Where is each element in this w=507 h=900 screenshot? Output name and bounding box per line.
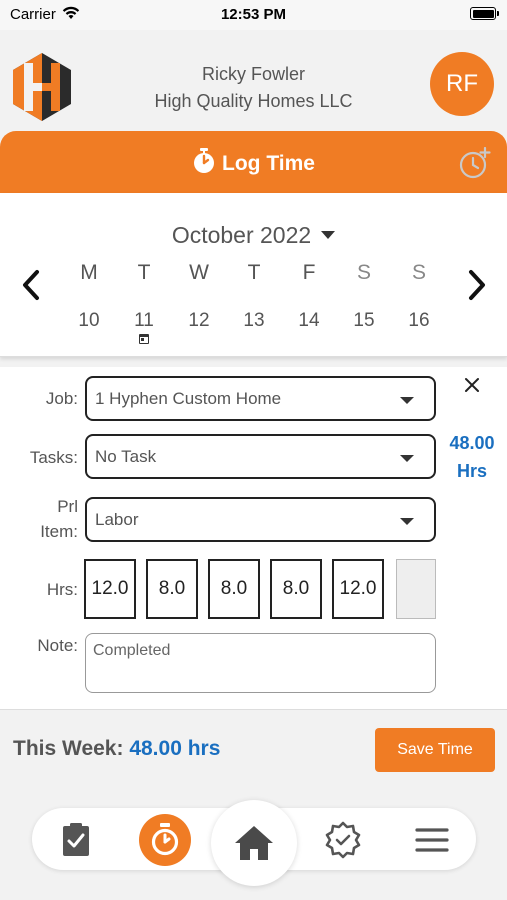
week-summary: This Week: 48.00 hrs Save Time xyxy=(0,709,507,789)
stopwatch-icon xyxy=(139,814,191,866)
day-number: 14 xyxy=(298,310,320,331)
week-total: This Week: 48.00 hrs xyxy=(13,737,220,761)
nav-home[interactable] xyxy=(211,800,297,886)
hours-input-mon[interactable]: 12.0 xyxy=(84,559,136,619)
log-time-title: Log Time xyxy=(0,148,507,180)
hours-input-wed[interactable]: 8.0 xyxy=(208,559,260,619)
chevron-down-icon xyxy=(400,455,414,462)
day-number: 15 xyxy=(353,310,375,331)
total-hours-unit: Hrs xyxy=(456,461,487,481)
calendar-today-icon xyxy=(139,334,149,344)
day-number: 10 xyxy=(78,310,100,331)
avatar[interactable]: RF xyxy=(430,52,494,116)
user-info: Ricky Fowler High Quality Homes LLC xyxy=(100,61,407,115)
badge-check-icon xyxy=(325,821,361,859)
tasks-label: Tasks: xyxy=(29,448,78,467)
day-name: S xyxy=(411,261,426,284)
close-icon[interactable] xyxy=(462,375,482,395)
hours-input-sat[interactable] xyxy=(396,559,436,619)
day-name: F xyxy=(302,261,316,284)
day-name: T xyxy=(137,261,151,284)
time-entry-form: Job: 1 Hyphen Custom Home Tasks: No Task… xyxy=(0,367,507,709)
clock-time: 12:53 PM xyxy=(220,6,287,23)
nav-approvals[interactable] xyxy=(321,818,365,862)
save-time-button[interactable]: Save Time xyxy=(375,728,495,772)
prl-label-line1: Prl xyxy=(57,497,78,516)
hours-input-fri[interactable]: 12.0 xyxy=(332,559,384,619)
prl-label-line2: Item: xyxy=(40,522,78,541)
job-select[interactable]: 1 Hyphen Custom Home xyxy=(85,376,436,421)
tasks-select[interactable]: No Task xyxy=(85,434,436,479)
chevron-down-icon xyxy=(321,231,336,239)
note-value: Completed xyxy=(93,642,171,659)
hrs-label: Hrs: xyxy=(46,580,78,599)
total-hours-value: 48.00 xyxy=(449,433,495,453)
day-number: 12 xyxy=(188,310,210,331)
next-week-button[interactable] xyxy=(466,269,488,306)
week-calendar: October 2022 M 10 T 11 W 12 T 13 F 14 S … xyxy=(0,193,507,357)
status-bar: Carrier 12:53 PM xyxy=(0,0,507,30)
menu-icon xyxy=(415,828,449,852)
tasks-value: No Task xyxy=(95,447,157,466)
app-header: Ricky Fowler High Quality Homes LLC RF xyxy=(0,30,507,140)
job-label: Job: xyxy=(45,389,78,408)
log-time-label: Log Time xyxy=(222,152,315,175)
nav-timesheet[interactable] xyxy=(54,818,98,862)
battery-icon xyxy=(470,7,499,20)
day-name: S xyxy=(356,261,371,284)
company-name: High Quality Homes LLC xyxy=(154,91,353,111)
day-name: T xyxy=(247,261,261,284)
nav-log-time[interactable] xyxy=(137,812,193,868)
company-logo xyxy=(12,53,72,121)
day-number: 13 xyxy=(243,310,265,331)
log-time-bar: Log Time xyxy=(0,131,507,193)
day-name: M xyxy=(80,261,98,284)
note-textarea[interactable]: Completed xyxy=(85,633,436,693)
job-value: 1 Hyphen Custom Home xyxy=(95,389,282,408)
chevron-down-icon xyxy=(400,397,414,404)
stopwatch-icon xyxy=(192,148,216,180)
chevron-down-icon xyxy=(400,518,414,525)
month-label: October 2022 xyxy=(171,222,312,248)
prl-item-value: Labor xyxy=(95,510,139,529)
hours-input-thu[interactable]: 8.0 xyxy=(270,559,322,619)
clock-plus-icon[interactable] xyxy=(458,146,492,186)
day-number: 16 xyxy=(408,310,430,331)
home-icon xyxy=(235,826,273,860)
hours-input-tue[interactable]: 8.0 xyxy=(146,559,198,619)
note-label: Note: xyxy=(37,636,78,655)
user-name: Ricky Fowler xyxy=(201,64,305,84)
week-hours-value: 48.00 hrs xyxy=(129,737,221,760)
day-number: 11 xyxy=(134,310,154,331)
prl-item-select[interactable]: Labor xyxy=(85,497,436,542)
prev-week-button[interactable] xyxy=(20,269,42,306)
prl-item-label: Prl Item: xyxy=(10,494,78,544)
day-name: W xyxy=(189,261,209,284)
month-selector[interactable]: October 2022 xyxy=(0,222,507,249)
clipboard-check-icon xyxy=(63,823,89,856)
screen: Carrier 12:53 PM Ricky Fowler High Quali… xyxy=(0,0,507,900)
week-label: This Week: xyxy=(13,737,124,760)
total-hours: 48.00 Hrs xyxy=(440,429,504,485)
nav-menu[interactable] xyxy=(410,818,454,862)
